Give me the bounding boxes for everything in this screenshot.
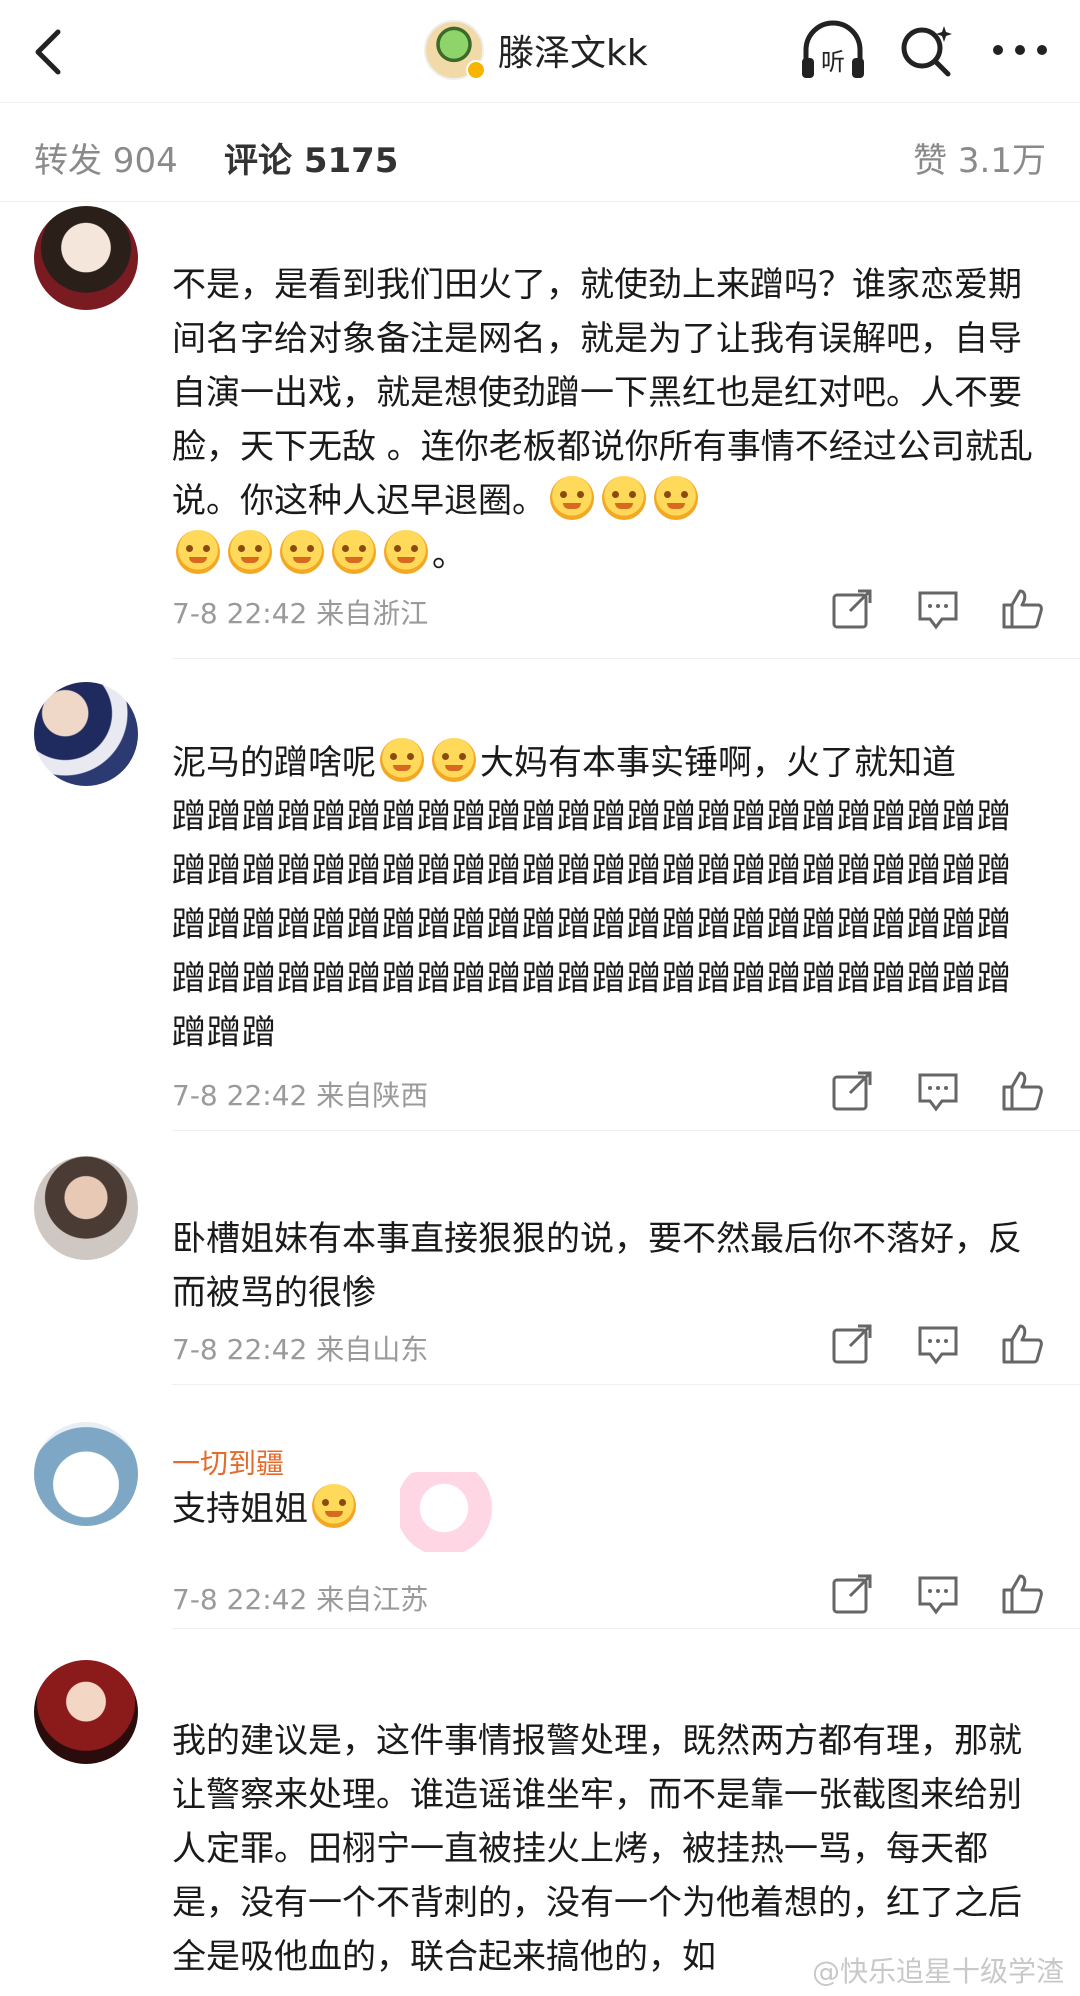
watermark: @快乐追星十级学渣 xyxy=(811,1955,1064,1988)
comment-text: 我的建议是，这件事情报警处理，既然两方都有理，那就让警察来处理。谁造谣谁坐牢，而… xyxy=(172,1721,1022,1977)
divider xyxy=(172,1130,1080,1131)
reply-icon[interactable] xyxy=(916,587,960,631)
comment-item: 泥马的蹭啥呢 大妈有本事实锤啊，火了就知道 蹭蹭蹭蹭蹭蹭蹭蹭蹭蹭蹭蹭蹭蹭蹭蹭蹭蹭蹭蹭… xyxy=(0,672,1080,1132)
avatar[interactable] xyxy=(34,206,138,310)
avatar[interactable] xyxy=(34,1660,138,1764)
comment-text: 卧槽姐妹有本事直接狠狠的说，要不然最后你不落好，反而被骂的很惨 xyxy=(172,1219,1022,1313)
comment-actions xyxy=(830,587,1050,637)
listen-label: 听 xyxy=(821,48,845,76)
profile-title[interactable]: 滕泽文kk xyxy=(424,18,648,82)
smile-emoji-icon xyxy=(432,738,476,782)
comment-text: 支持姐姐 xyxy=(172,1482,1034,1536)
verified-badge-icon xyxy=(466,60,486,80)
tab-like[interactable]: 赞 3.1万 xyxy=(913,133,1046,182)
comment-item: 一切到疆 支持姐姐 7-8 22:42 来自江苏 xyxy=(0,1392,1080,1632)
angry-emoji-icon xyxy=(176,530,220,574)
avatar[interactable] xyxy=(424,20,486,80)
comment-item: 不是，是看到我们田火了，就使劲上来蹭吗？谁家恋爱期间名字给对象备注是网名，就是为… xyxy=(0,202,1080,672)
more-dots-icon xyxy=(993,45,1047,55)
reply-icon[interactable] xyxy=(916,1069,960,1113)
chevron-left-icon xyxy=(35,29,61,75)
thumb-up-icon[interactable] xyxy=(1000,1572,1044,1616)
tab-comment[interactable]: 评论 5175 xyxy=(224,133,398,182)
comment-item: 我的建议是，这件事情报警处理，既然两方都有理，那就让警察来处理。谁造谣谁坐牢，而… xyxy=(0,1632,1080,1996)
reply-icon[interactable] xyxy=(916,1572,960,1616)
share-icon[interactable] xyxy=(830,1572,874,1616)
share-icon[interactable] xyxy=(830,587,874,631)
tab-repost[interactable]: 转发 904 xyxy=(34,133,178,182)
reply-icon[interactable] xyxy=(916,1322,960,1366)
angry-emoji-icon xyxy=(228,530,272,574)
top-bar: 滕泽文kk 听 xyxy=(0,0,1080,102)
angry-emoji-icon xyxy=(602,476,646,520)
comment-actions xyxy=(830,1322,1050,1372)
more-button[interactable] xyxy=(988,24,1052,76)
comment-text: 泥马的蹭啥呢 大妈有本事实锤啊，火了就知道 蹭蹭蹭蹭蹭蹭蹭蹭蹭蹭蹭蹭蹭蹭蹭蹭蹭蹭蹭蹭… xyxy=(172,736,1034,1060)
sticker-image xyxy=(400,1472,510,1552)
comment-meta: 7-8 22:42 来自山东 xyxy=(172,1333,429,1366)
comment-meta: 7-8 22:42 来自陕西 xyxy=(172,1079,429,1112)
angry-emoji-icon xyxy=(332,530,376,574)
angry-emoji-icon xyxy=(654,476,698,520)
divider xyxy=(172,1384,1080,1385)
page-title: 滕泽文kk xyxy=(498,33,648,74)
back-button[interactable] xyxy=(22,22,82,82)
comment-text: 不是，是看到我们田火了，就使劲上来蹭吗？谁家恋爱期间名字给对象备注是网名，就是为… xyxy=(172,265,1033,575)
divider xyxy=(172,658,1080,659)
comment-meta: 7-8 22:42 来自浙江 xyxy=(172,597,429,630)
search-button[interactable] xyxy=(896,20,956,80)
comment-username[interactable]: 一切到疆 xyxy=(172,1442,284,1482)
divider xyxy=(172,1628,1080,1629)
angry-emoji-icon xyxy=(280,530,324,574)
angry-emoji-icon xyxy=(550,476,594,520)
thumb-up-icon[interactable] xyxy=(1000,587,1044,631)
comment-item: 卧槽姐妹有本事直接狠狠的说，要不然最后你不落好，反而被骂的很惨 7-8 22:4… xyxy=(0,1132,1080,1392)
avatar[interactable] xyxy=(34,682,138,786)
angry-emoji-icon xyxy=(384,530,428,574)
share-icon[interactable] xyxy=(830,1322,874,1366)
comment-actions xyxy=(830,1572,1050,1622)
share-icon[interactable] xyxy=(830,1069,874,1113)
thumb-up-icon[interactable] xyxy=(1000,1069,1044,1113)
comment-actions xyxy=(830,1069,1050,1119)
listen-button[interactable]: 听 xyxy=(798,18,868,84)
smile-emoji-icon xyxy=(380,738,424,782)
headphones-icon: 听 xyxy=(802,20,864,78)
tab-bar: 转发 904 评论 5175 赞 3.1万 xyxy=(0,102,1080,202)
avatar[interactable] xyxy=(34,1156,138,1260)
comment-meta: 7-8 22:42 来自江苏 xyxy=(172,1583,429,1616)
avatar[interactable] xyxy=(34,1422,138,1526)
search-sparkle-icon xyxy=(901,26,952,77)
blush-emoji-icon xyxy=(312,1484,356,1528)
thumb-up-icon[interactable] xyxy=(1000,1322,1044,1366)
